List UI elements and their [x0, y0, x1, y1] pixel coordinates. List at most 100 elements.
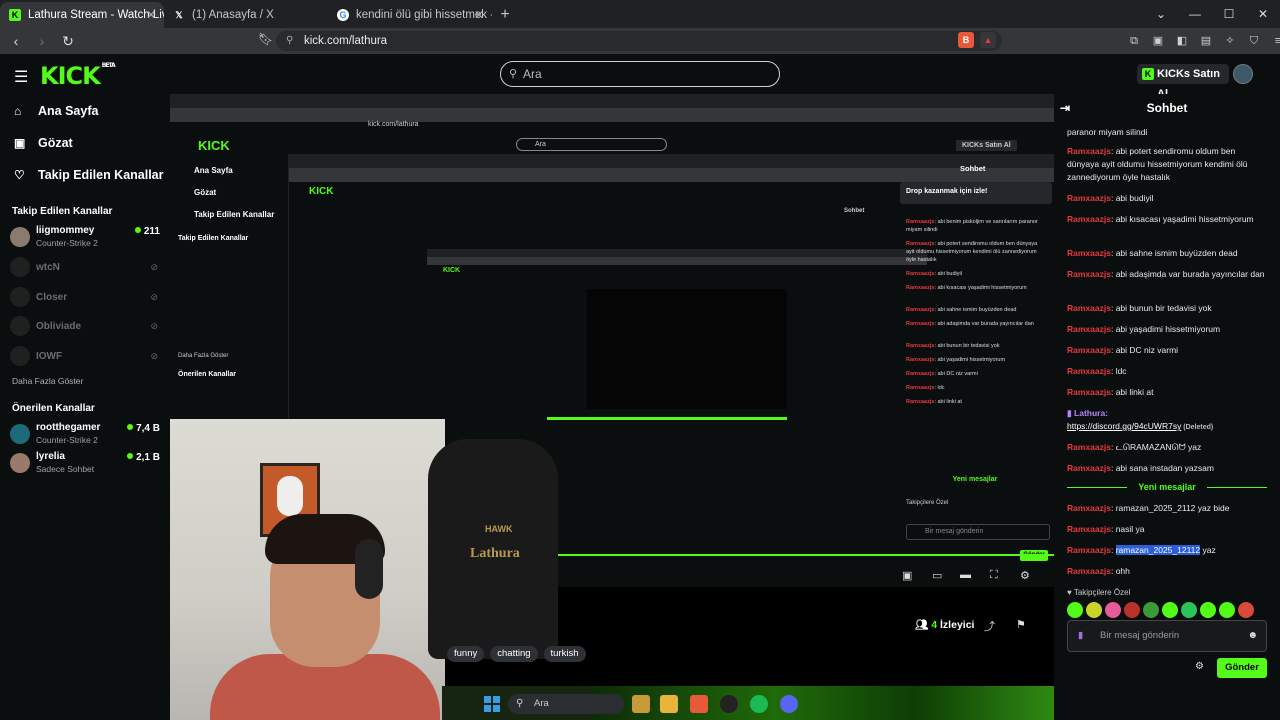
collapse-chat-icon[interactable]: ⇥	[1060, 94, 1070, 122]
bookmark-icon[interactable]: 🔖︎	[258, 32, 273, 46]
tag-turkish[interactable]: turkish	[543, 646, 586, 662]
chat-username[interactable]: Ramxaazjs	[1067, 566, 1111, 576]
chat-text: abi yaşadimi hissetmiyorum	[1115, 324, 1221, 334]
nested-chat-message: Ramxaazjs: ldc	[906, 385, 945, 391]
brave-rewards-icon[interactable]: ▲	[980, 32, 996, 48]
sidebar-item-home[interactable]: ⌂ Ana Sayfa	[14, 104, 98, 118]
viewer-label: İzleyici	[940, 619, 975, 631]
emote-icon[interactable]	[1200, 602, 1216, 618]
emote-icon[interactable]	[1067, 602, 1083, 618]
settings-icon[interactable]: ⚙	[1020, 569, 1030, 582]
emote-icon[interactable]	[1143, 602, 1159, 618]
chat-username[interactable]: Ramxaazjs	[1067, 442, 1111, 452]
channel-game: Counter-Strike 2	[36, 435, 98, 445]
report-icon[interactable]: ⚑	[1016, 618, 1026, 631]
chat-input-placeholder: Bir mesaj gönderin	[1100, 630, 1180, 641]
channel-item[interactable]: rootthegamer Counter-Strike 2 7,4 B	[10, 422, 160, 448]
search-input[interactable]: ⚲ Ara	[500, 61, 780, 87]
emote-icon[interactable]	[1105, 602, 1121, 618]
emoji-icon[interactable]: ☻	[1247, 621, 1258, 651]
address-bar[interactable]: ⚲ kick.com/lathura ⇪	[276, 31, 1002, 51]
nested-chat-username: Ramxaazjs	[906, 219, 935, 225]
kick-logo[interactable]: KICK BETA	[40, 62, 116, 90]
share-icon[interactable]: ⤴	[984, 618, 995, 634]
sidebar-item-following[interactable]: ♡ Takip Edilen Kanallar	[14, 168, 164, 182]
chat-username[interactable]: Ramxaazjs	[1067, 345, 1111, 355]
extensions-icon[interactable]: ⧉	[1124, 31, 1144, 51]
leo-icon[interactable]: ✧	[1220, 31, 1240, 51]
reload-icon[interactable]: ↻	[58, 33, 78, 50]
chat-username[interactable]: Ramxaazjs	[1067, 193, 1111, 203]
nested-browse: Gözat	[194, 188, 217, 197]
chat-username[interactable]: Ramxaazjs	[1067, 324, 1111, 334]
buy-kicks-button[interactable]: K KICKs Satın Al	[1137, 64, 1229, 100]
channel-item[interactable]: IOWF ⊘	[10, 344, 160, 370]
tag-chatting[interactable]: chatting	[490, 646, 538, 662]
theater-icon[interactable]: ▭	[932, 569, 942, 582]
chat-username[interactable]: Ramxaazjs	[1067, 524, 1111, 534]
chat-message-input[interactable]: ▮ Bir mesaj gönderin ☻	[1067, 620, 1267, 652]
chat-username[interactable]: Ramxaazjs	[1067, 463, 1111, 473]
sidebar-item-browse[interactable]: ▣ Gözat	[14, 136, 73, 150]
offline-icon: ⊘	[150, 321, 158, 331]
chat-settings-icon[interactable]: ⚙	[1195, 661, 1204, 672]
chat-username[interactable]: Ramxaazjs	[1067, 366, 1111, 376]
tab-search-icon[interactable]: ▣	[1148, 31, 1168, 51]
channel-item[interactable]: lyrelia Sadece Sohbet 2,1 B	[10, 451, 160, 477]
wallet-icon[interactable]: ▤	[1196, 31, 1216, 51]
brave-shield-icon[interactable]: B	[958, 32, 974, 48]
menu-burger-icon[interactable]: ☰	[14, 67, 28, 87]
sidebar-toggle-icon[interactable]: ◧	[1172, 31, 1192, 51]
chat-username[interactable]: Ramxaazjs	[1067, 303, 1111, 313]
browser-tab-kick[interactable]: K Lathura Stream - Watch Live on Kick ✕	[0, 2, 164, 28]
chat-message: Ramxaazjs: abi adaşimda var burada yayın…	[1067, 269, 1265, 279]
emote-icon[interactable]	[1086, 602, 1102, 618]
channel-item[interactable]: liigmommey Counter-Strike 2 211	[10, 225, 160, 251]
emote-icon[interactable]	[1181, 602, 1197, 618]
chat-username[interactable]: Ramxaazjs	[1067, 545, 1111, 555]
emote-icon[interactable]	[1238, 602, 1254, 618]
channel-game: Sadece Sohbet	[36, 464, 95, 474]
nested-reco-title: Önerilen Kanallar	[178, 371, 236, 378]
followers-only-label: ♥ Takipçilere Özel	[1067, 588, 1131, 597]
emote-icon[interactable]	[1219, 602, 1235, 618]
chat-text: nasil ya	[1115, 524, 1145, 534]
chat-username[interactable]: Ramxaazjs	[1067, 387, 1111, 397]
close-tab-icon[interactable]: ✕	[474, 2, 484, 28]
close-window-icon[interactable]: ✕	[1246, 0, 1280, 28]
maximize-icon[interactable]: ☐	[1212, 0, 1246, 28]
chat-username[interactable]: Ramxaazjs	[1067, 269, 1111, 279]
chat-username[interactable]: ▮ Lathura:	[1067, 408, 1108, 418]
emote-icon[interactable]	[1162, 602, 1178, 618]
chat-text: abi sana instadan yazsam	[1115, 463, 1214, 473]
tag-funny[interactable]: funny	[447, 646, 485, 662]
browser-tab-x[interactable]: 𝕏 (1) Anasayfa / X	[164, 2, 328, 28]
stream-player[interactable]: kick.com/lathura KICK Ara KICKs Satın Al…	[170, 94, 1054, 720]
tab-title: (1) Anasayfa / X	[192, 9, 274, 21]
user-avatar[interactable]	[1233, 64, 1253, 84]
channel-item[interactable]: Closer ⊘	[10, 285, 160, 311]
pip-icon[interactable]: ▣	[902, 569, 912, 582]
vpn-icon[interactable]: ⛉	[1244, 31, 1264, 51]
chat-username[interactable]: Ramxaazjs	[1067, 146, 1111, 156]
send-button[interactable]: Gönder	[1217, 658, 1267, 678]
chat-username[interactable]: Ramxaazjs	[1067, 248, 1111, 258]
minimize-icon[interactable]: —	[1178, 0, 1212, 28]
show-more-link[interactable]: Daha Fazla Göster	[12, 376, 83, 386]
emote-icon[interactable]	[1124, 602, 1140, 618]
dropdown-icon[interactable]: ⌄	[1144, 0, 1178, 28]
forward-icon[interactable]: ›	[32, 33, 52, 49]
fullscreen-icon[interactable]: ⛶	[990, 569, 998, 582]
site-info-icon[interactable]: ⚲	[286, 31, 293, 51]
close-tab-icon[interactable]: ✕	[146, 2, 156, 28]
channel-item[interactable]: wtcN ⊘	[10, 255, 160, 281]
chat-username[interactable]: Ramxaazjs	[1067, 214, 1111, 224]
cinema-icon[interactable]: ▬	[960, 569, 971, 581]
channel-item[interactable]: Obliviade ⊘	[10, 314, 160, 340]
menu-icon[interactable]: ≡	[1268, 31, 1280, 51]
new-tab-button[interactable]: +	[492, 2, 518, 28]
chat-link[interactable]: https://discord.gg/94cUWR7sy	[1067, 421, 1181, 431]
chat-username[interactable]: Ramxaazjs	[1067, 503, 1111, 513]
browser-tab-google[interactable]: G kendini ölü gibi hissetmek - Google'da…	[328, 2, 492, 28]
back-icon[interactable]: ‹	[6, 33, 26, 49]
